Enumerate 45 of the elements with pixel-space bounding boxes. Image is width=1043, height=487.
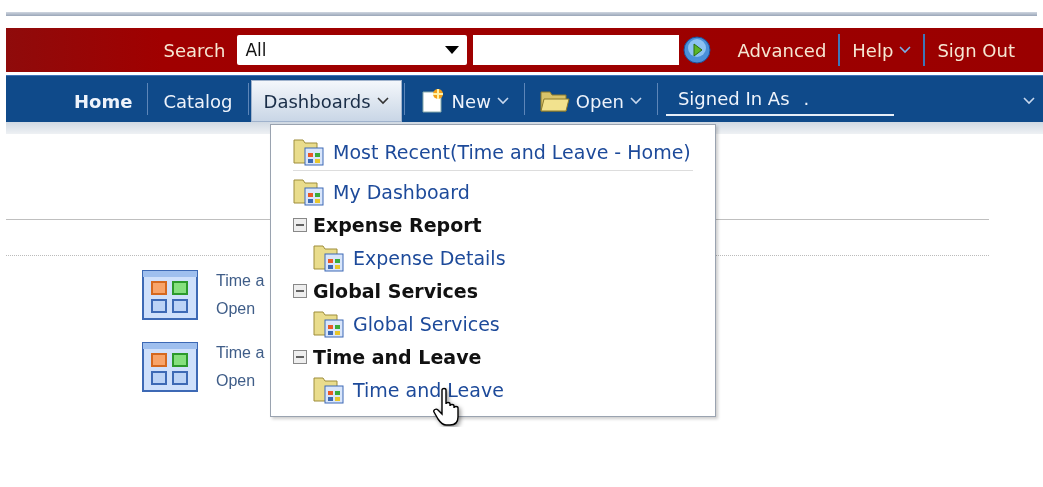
new-document-icon [419,88,446,114]
dashboard-folder-icon [293,136,327,167]
header-link[interactable]: Sign Out [925,39,1027,61]
collapse-icon[interactable] [293,283,307,298]
menu-item[interactable]: Global Services [293,307,715,340]
group-heading: Expense Report [313,213,482,236]
menu-item[interactable]: Time and Leave [293,373,715,406]
menu-link[interactable]: Help [840,39,924,61]
collapse-icon[interactable] [293,217,307,232]
caret-icon [445,46,460,54]
menu-item[interactable]: Most Recent(Time and Leave - Home) [293,135,715,168]
nav-menu[interactable]: Open [526,80,655,122]
chevron-down-icon [1023,96,1035,105]
nav-link[interactable]: Catalog [150,80,246,122]
nav-link[interactable]: Home [61,80,146,122]
dashboard-folder-icon [313,308,347,339]
dashboard-title-link[interactable]: Time a [216,272,265,290]
search-scope-dropdown[interactable]: All [237,35,468,65]
header-link[interactable]: Advanced [725,39,839,61]
chevron-down-icon [376,97,389,105]
dashboard-folder-icon [313,374,347,405]
dashboard-icon [142,342,198,392]
dashboard-folder-icon [293,176,327,207]
signed-in-field[interactable]: Signed In As . [665,82,894,116]
search-label: Search [163,39,226,61]
open-link[interactable]: Open [216,372,265,390]
nav-menu[interactable]: Dashboards [250,80,402,122]
go-icon[interactable] [683,36,712,64]
dashboard-title-link[interactable]: Time a [216,344,265,362]
chevron-down-icon [899,46,912,54]
nav-menu[interactable]: New [406,80,522,122]
folder-icon [539,89,570,113]
search-field[interactable] [473,35,680,65]
signed-in-label: Signed In As [677,87,790,109]
chevron-down-icon [496,97,509,105]
dashboard-icon [142,270,198,320]
user-name: . [803,87,810,109]
chevron-down-icon [629,97,642,105]
open-link[interactable]: Open [216,300,265,318]
menu-item[interactable]: My Dashboard [293,175,715,208]
collapse-icon[interactable] [293,349,307,364]
menu-item[interactable]: Expense Details [293,241,715,274]
group-heading: Time and Leave [313,345,482,368]
dashboard-folder-icon [313,242,347,273]
group-heading: Global Services [313,279,478,302]
